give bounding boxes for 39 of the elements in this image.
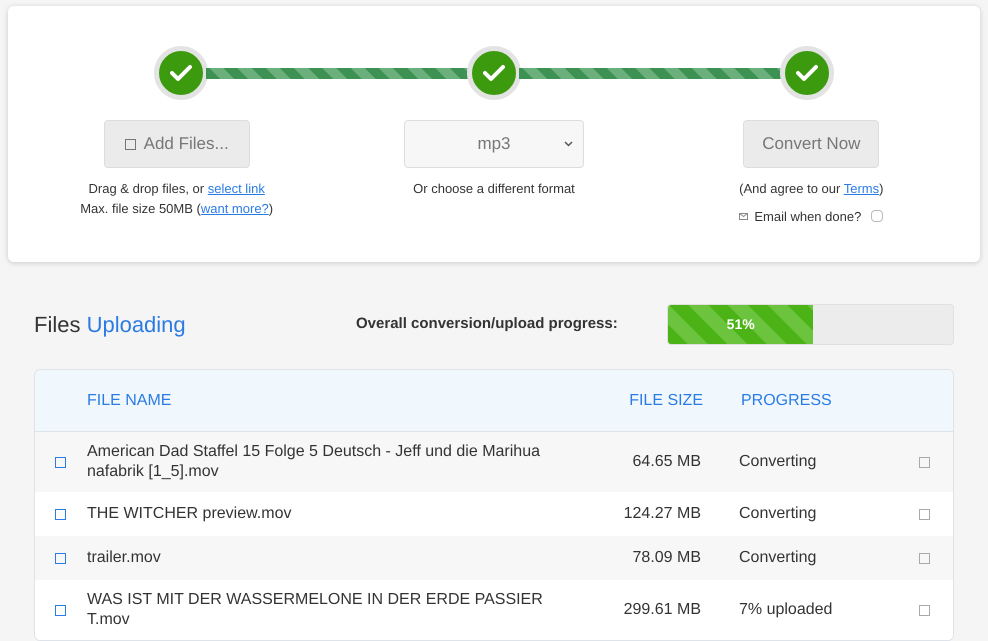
square-icon	[919, 508, 930, 520]
terms-hint: (And agree to our Terms)	[739, 180, 884, 198]
square-icon	[55, 508, 66, 520]
column-header: PROGRESS	[741, 390, 832, 410]
file-name: THE WITCHER preview.mov	[87, 504, 292, 524]
square-icon	[124, 138, 136, 150]
add-files-button[interactable]: Add Files...	[104, 120, 250, 168]
square-icon	[55, 604, 66, 616]
format-hint: Or choose a different format	[413, 180, 575, 198]
check-icon	[170, 64, 192, 82]
file-size: 299.61 MB	[622, 600, 701, 620]
files-heading: Files Uploading	[34, 311, 187, 339]
file-size: 78.09 MB	[632, 548, 701, 568]
file-name: American Dad Staffel 15 Folge 5 Deutsch - Jeff und die Marihuanafabrik [1_5].mov	[87, 442, 541, 482]
convert-now-button[interactable]: Convert Now	[743, 120, 880, 168]
email-label: Email when done?	[754, 208, 862, 226]
file-size: 64.65 MB	[632, 452, 701, 472]
file-name: WAS IST MIT DER WASSERMELONE IN DER ERDE PASSIERT.mov	[87, 590, 544, 630]
square-icon	[919, 552, 930, 564]
check-icon	[796, 64, 818, 82]
check-icon	[483, 64, 505, 82]
overall-progress-fill: 51%	[668, 305, 814, 344]
column-header: FILE NAME	[87, 390, 172, 410]
square-icon	[919, 456, 930, 468]
overall-progress-label: Overall conversion/upload progress:	[356, 314, 619, 334]
file-size: 124.27 MB	[622, 504, 701, 524]
square-icon	[55, 552, 66, 564]
email-checkbox[interactable]	[871, 210, 884, 222]
square-icon	[919, 604, 930, 616]
file-name: trailer.mov	[87, 548, 162, 568]
square-icon	[55, 456, 66, 468]
format-select[interactable]: mp3	[404, 120, 584, 168]
want-more-link[interactable]: want more?	[200, 201, 269, 216]
terms-link[interactable]: Terms	[844, 181, 880, 196]
envelope-icon	[739, 212, 748, 220]
column-header: FILE SIZE	[628, 390, 703, 410]
select-link[interactable]: select link	[208, 181, 265, 196]
chevron-icon	[564, 141, 573, 147]
drop-hint: Drag & drop files, or select link Max. file size 50MB (want more?)	[80, 180, 274, 218]
